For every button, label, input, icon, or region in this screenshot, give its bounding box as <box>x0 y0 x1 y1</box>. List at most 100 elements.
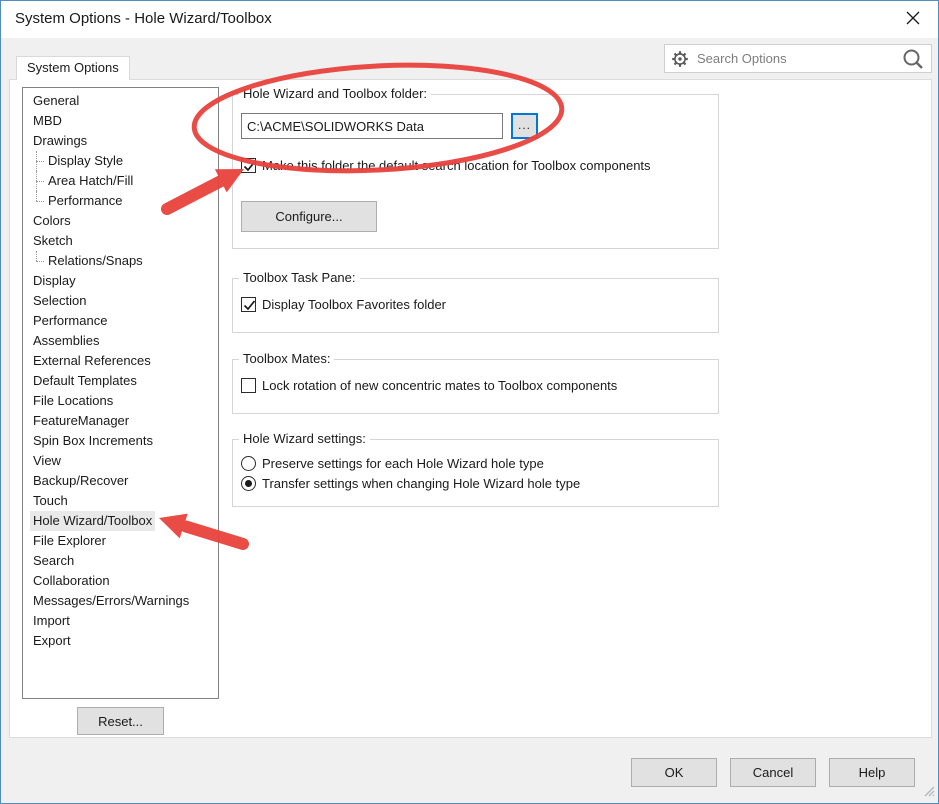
sidebar-item-label: MBD <box>30 111 65 131</box>
lock-rotation-checkbox[interactable] <box>241 378 256 393</box>
sidebar-item-display[interactable]: Display <box>23 271 218 291</box>
gear-icon <box>671 50 689 68</box>
preserve-settings-label: Preserve settings for each Hole Wizard h… <box>262 456 544 471</box>
ok-button[interactable]: OK <box>631 758 717 787</box>
sidebar-item-performance[interactable]: Performance <box>23 191 218 211</box>
sidebar-item-messages-errors-warnings[interactable]: Messages/Errors/Warnings <box>23 591 218 611</box>
sidebar-item-file-locations[interactable]: File Locations <box>23 391 218 411</box>
mates-legend: Toolbox Mates: <box>239 351 334 366</box>
configure-button[interactable]: Configure... <box>241 201 377 232</box>
toolbox-folder-input[interactable] <box>241 113 503 139</box>
sidebar-item-export[interactable]: Export <box>23 631 218 651</box>
sidebar-item-featuremanager[interactable]: FeatureManager <box>23 411 218 431</box>
sidebar-item-file-explorer[interactable]: File Explorer <box>23 531 218 551</box>
sidebar-item-label: Messages/Errors/Warnings <box>30 591 192 611</box>
cancel-button[interactable]: Cancel <box>730 758 816 787</box>
sidebar-item-backup-recover[interactable]: Backup/Recover <box>23 471 218 491</box>
tab-system-options[interactable]: System Options <box>16 56 130 80</box>
sidebar-item-selection[interactable]: Selection <box>23 291 218 311</box>
folder-groupbox: Hole Wizard and Toolbox folder: ... Make… <box>232 94 719 249</box>
sidebar-item-label: Export <box>30 631 74 651</box>
sidebar-item-label: File Explorer <box>30 531 109 551</box>
help-button[interactable]: Help <box>829 758 915 787</box>
sidebar-item-label: Performance <box>30 311 110 331</box>
tree-connector <box>30 151 45 171</box>
default-search-label: Make this folder the default search loca… <box>262 158 651 173</box>
hole-wizard-settings-legend: Hole Wizard settings: <box>239 431 370 446</box>
sidebar-item-label: Import <box>30 611 73 631</box>
close-button[interactable] <box>895 3 931 35</box>
sidebar-item-relations-snaps[interactable]: Relations/Snaps <box>23 251 218 271</box>
task-pane-legend: Toolbox Task Pane: <box>239 270 360 285</box>
sidebar-item-label: Backup/Recover <box>30 471 131 491</box>
search-input[interactable] <box>695 50 901 67</box>
sidebar-item-label: Display Style <box>45 151 126 171</box>
sidebar-item-performance[interactable]: Performance <box>23 311 218 331</box>
sidebar-item-label: Search <box>30 551 77 571</box>
tree-connector <box>30 251 45 271</box>
sidebar-item-label: File Locations <box>30 391 116 411</box>
close-icon <box>905 10 921 29</box>
sidebar-item-label: Default Templates <box>30 371 140 391</box>
sidebar-item-drawings[interactable]: Drawings <box>23 131 218 151</box>
default-search-row[interactable]: Make this folder the default search loca… <box>241 158 651 173</box>
sidebar-item-label: FeatureManager <box>30 411 132 431</box>
sidebar-item-sketch[interactable]: Sketch <box>23 231 218 251</box>
sidebar-item-view[interactable]: View <box>23 451 218 471</box>
system-options-dialog: System Options - Hole Wizard/Toolbox <box>0 0 939 804</box>
sidebar-item-label: Hole Wizard/Toolbox <box>30 511 155 531</box>
sidebar-item-touch[interactable]: Touch <box>23 491 218 511</box>
search-options-box[interactable] <box>664 44 932 73</box>
sidebar-item-label: Selection <box>30 291 89 311</box>
sidebar-item-general[interactable]: General <box>23 91 218 111</box>
tab-label: System Options <box>27 60 119 75</box>
favorites-checkbox[interactable] <box>241 297 256 312</box>
sidebar-item-assemblies[interactable]: Assemblies <box>23 331 218 351</box>
search-icon[interactable] <box>901 47 925 71</box>
resize-grip-icon[interactable] <box>921 783 935 800</box>
sidebar-item-label: Relations/Snaps <box>45 251 146 271</box>
transfer-settings-row[interactable]: Transfer settings when changing Hole Wiz… <box>241 476 580 491</box>
tab-page: GeneralMBDDrawingsDisplay StyleArea Hatc… <box>9 79 932 738</box>
sidebar-item-label: Sketch <box>30 231 76 251</box>
lock-rotation-row[interactable]: Lock rotation of new concentric mates to… <box>241 378 617 393</box>
sidebar-item-collaboration[interactable]: Collaboration <box>23 571 218 591</box>
sidebar-item-hole-wizard-toolbox[interactable]: Hole Wizard/Toolbox <box>23 511 218 531</box>
sidebar-item-search[interactable]: Search <box>23 551 218 571</box>
title-bar: System Options - Hole Wizard/Toolbox <box>1 1 938 38</box>
sidebar-item-label: Touch <box>30 491 71 511</box>
sidebar-item-external-references[interactable]: External References <box>23 351 218 371</box>
preserve-settings-row[interactable]: Preserve settings for each Hole Wizard h… <box>241 456 544 471</box>
preserve-settings-radio[interactable] <box>241 456 256 471</box>
sidebar-item-default-templates[interactable]: Default Templates <box>23 371 218 391</box>
sidebar-item-mbd[interactable]: MBD <box>23 111 218 131</box>
sidebar-item-label: Assemblies <box>30 331 102 351</box>
folder-group-legend: Hole Wizard and Toolbox folder: <box>239 86 431 101</box>
tree-connector <box>30 191 45 211</box>
sidebar-item-area-hatch-fill[interactable]: Area Hatch/Fill <box>23 171 218 191</box>
task-pane-groupbox: Toolbox Task Pane: Display Toolbox Favor… <box>232 278 719 333</box>
sidebar-item-label: Collaboration <box>30 571 113 591</box>
tree-connector <box>30 171 45 191</box>
transfer-settings-radio[interactable] <box>241 476 256 491</box>
sidebar-item-label: Area Hatch/Fill <box>45 171 136 191</box>
favorites-row[interactable]: Display Toolbox Favorites folder <box>241 297 446 312</box>
sidebar-item-spin-box-increments[interactable]: Spin Box Increments <box>23 431 218 451</box>
sidebar-item-label: Drawings <box>30 131 90 151</box>
sidebar-item-label: Colors <box>30 211 74 231</box>
sidebar-item-label: General <box>30 91 82 111</box>
sidebar-item-import[interactable]: Import <box>23 611 218 631</box>
dialog-title: System Options - Hole Wizard/Toolbox <box>15 10 272 27</box>
favorites-label: Display Toolbox Favorites folder <box>262 297 446 312</box>
sidebar-item-display-style[interactable]: Display Style <box>23 151 218 171</box>
options-tree[interactable]: GeneralMBDDrawingsDisplay StyleArea Hatc… <box>22 87 219 699</box>
sidebar-item-label: External References <box>30 351 154 371</box>
default-search-checkbox[interactable] <box>241 158 256 173</box>
lock-rotation-label: Lock rotation of new concentric mates to… <box>262 378 617 393</box>
reset-button[interactable]: Reset... <box>77 707 164 735</box>
hole-wizard-settings-groupbox: Hole Wizard settings: Preserve settings … <box>232 439 719 507</box>
sidebar-item-label: Display <box>30 271 79 291</box>
browse-button[interactable]: ... <box>511 113 538 139</box>
sidebar-item-colors[interactable]: Colors <box>23 211 218 231</box>
sidebar-item-label: Spin Box Increments <box>30 431 156 451</box>
